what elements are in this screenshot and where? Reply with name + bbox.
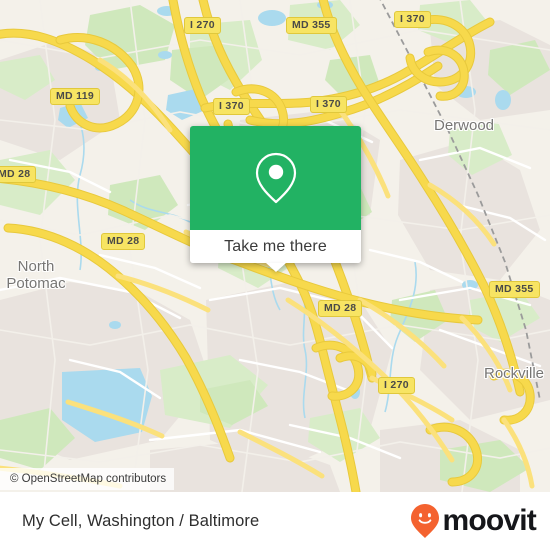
shield-md-28-center[interactable]: MD 28 (318, 300, 363, 317)
place-label-north-potomac: North Potomac (6, 258, 66, 292)
map-canvas[interactable]: .landuse-residential { fill:#e9e3de; } .… (0, 0, 550, 492)
shield-md-119[interactable]: MD 119 (50, 88, 100, 105)
moovit-logo[interactable]: moovit (410, 503, 537, 539)
moovit-wordmark: moovit (442, 504, 536, 537)
shield-md-355-right[interactable]: MD 355 (489, 281, 540, 298)
shield-md-28-left[interactable]: MD 28 (101, 233, 146, 250)
map-pin-icon (255, 152, 296, 204)
shield-md-28-edge[interactable]: MD 28 (0, 166, 37, 183)
shield-i-370-mid[interactable]: I 370 (310, 96, 347, 113)
shield-i-370-left[interactable]: I 370 (213, 98, 250, 115)
station-title: My Cell, Washington / Baltimore (22, 511, 260, 530)
moovit-smiley-pin-icon (411, 504, 440, 538)
shield-md-355-top[interactable]: MD 355 (286, 17, 337, 34)
take-me-there-label: Take me there (224, 237, 327, 255)
shield-i-270-bottom[interactable]: I 270 (378, 377, 415, 394)
footer-bar: My Cell, Washington / Baltimore moovit (0, 492, 550, 550)
shield-i-370-topright[interactable]: I 370 (394, 11, 431, 28)
moovit-map-screen: .landuse-residential { fill:#e9e3de; } .… (0, 0, 550, 550)
popup-header (190, 126, 361, 230)
place-label-derwood: Derwood (434, 117, 495, 134)
shield-i-270-top[interactable]: I 270 (184, 17, 221, 34)
popup-action-bar[interactable]: Take me there (190, 230, 361, 272)
place-label-rockville: Rockville (484, 365, 545, 382)
destination-popup[interactable]: Take me there (190, 126, 361, 272)
osm-attribution[interactable]: © OpenStreetMap contributors (0, 468, 175, 490)
popup-pointer-tail (265, 263, 286, 272)
